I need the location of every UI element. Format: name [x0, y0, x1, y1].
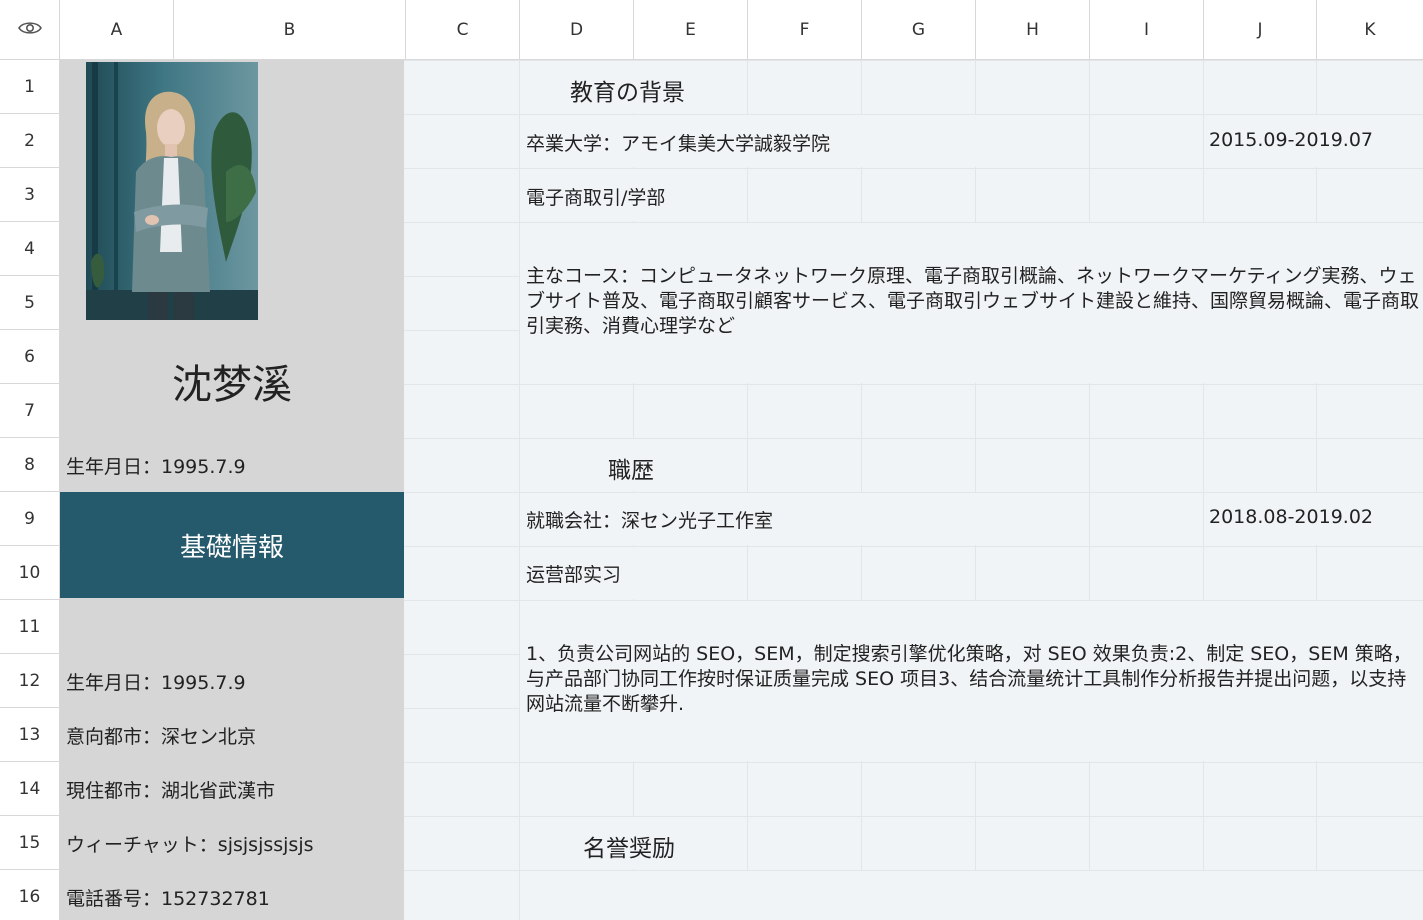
column-header-b[interactable]: B — [174, 0, 406, 60]
row-header-15[interactable]: 15 — [0, 816, 60, 870]
wechat-id: ウィーチャット：sjsjsjssjsjs — [66, 834, 314, 856]
profile-photo — [86, 62, 258, 320]
position: 运营部实习 — [526, 564, 622, 586]
select-all-corner[interactable] — [0, 0, 60, 60]
birthdate: 生年月日：1995.7.9 — [66, 672, 246, 694]
education-period: 2015.09-2019.07 — [1209, 129, 1373, 151]
career-period: 2018.08-2019.02 — [1209, 506, 1373, 528]
grid-line — [1203, 60, 1204, 920]
row-header-8[interactable]: 8 — [0, 438, 60, 492]
grid-line — [975, 60, 976, 920]
column-header-j[interactable]: J — [1204, 0, 1317, 60]
column-header-d[interactable]: D — [520, 0, 634, 60]
education-heading: 教育の背景 — [570, 80, 685, 106]
row-header-12[interactable]: 12 — [0, 654, 60, 708]
column-header-k[interactable]: K — [1317, 0, 1423, 60]
grid-line — [1316, 60, 1317, 920]
phone-number: 電話番号：152732781 — [66, 888, 270, 910]
row-header-6[interactable]: 6 — [0, 330, 60, 384]
preferred-city: 意向都市：深セン北京 — [66, 726, 257, 748]
spreadsheet: A B C D E F G H I J K 1 2 3 4 5 6 7 8 9 … — [0, 0, 1423, 920]
merged-cell-honors-content[interactable] — [520, 871, 1423, 920]
row-header-9[interactable]: 9 — [0, 492, 60, 546]
row-header-1[interactable]: 1 — [0, 60, 60, 114]
column-header-f[interactable]: F — [748, 0, 862, 60]
grid-line — [1089, 60, 1090, 920]
birthdate-top: 生年月日：1995.7.9 — [66, 456, 246, 478]
company: 就職会社：深セン光子工作室 — [526, 510, 774, 532]
column-header-a[interactable]: A — [60, 0, 174, 60]
column-header-h[interactable]: H — [976, 0, 1090, 60]
candidate-name: 沈梦溪 — [172, 362, 292, 408]
major: 電子商取引/学部 — [526, 187, 666, 209]
university: 卒業大学：アモイ集美大学誠毅学院 — [526, 133, 831, 155]
job-description: 1、负责公司网站的 SEO，SEM，制定搜索引擎优化策略，对 SEO 效果负责:… — [526, 643, 1412, 715]
row-header-2[interactable]: 2 — [0, 114, 60, 168]
row-header-16[interactable]: 16 — [0, 870, 60, 920]
column-header-c[interactable]: C — [406, 0, 520, 60]
grid-line — [861, 60, 862, 920]
row-header-3[interactable]: 3 — [0, 168, 60, 222]
column-c-cells[interactable] — [405, 61, 519, 920]
current-city: 現住都市：湖北省武漢市 — [66, 780, 276, 802]
honors-heading: 名誉奨励 — [583, 836, 675, 862]
column-header-g[interactable]: G — [862, 0, 976, 60]
row-header-10[interactable]: 10 — [0, 546, 60, 600]
column-header-i[interactable]: I — [1090, 0, 1204, 60]
row-header-7[interactable]: 7 — [0, 384, 60, 438]
row-header-5[interactable]: 5 — [0, 276, 60, 330]
row-header-4[interactable]: 4 — [0, 222, 60, 276]
row-header-13[interactable]: 13 — [0, 708, 60, 762]
course-list: 主なコース：コンピュータネットワーク原理、電子商取引概論、ネットワークマーケティ… — [526, 265, 1420, 337]
section-basic-info: 基礎情報 — [60, 492, 404, 598]
eye-icon[interactable] — [17, 20, 42, 40]
column-header-e[interactable]: E — [634, 0, 748, 60]
career-heading: 職歴 — [608, 458, 654, 484]
row-header-14[interactable]: 14 — [0, 762, 60, 816]
grid-line — [747, 60, 748, 920]
row-header-11[interactable]: 11 — [0, 600, 60, 654]
